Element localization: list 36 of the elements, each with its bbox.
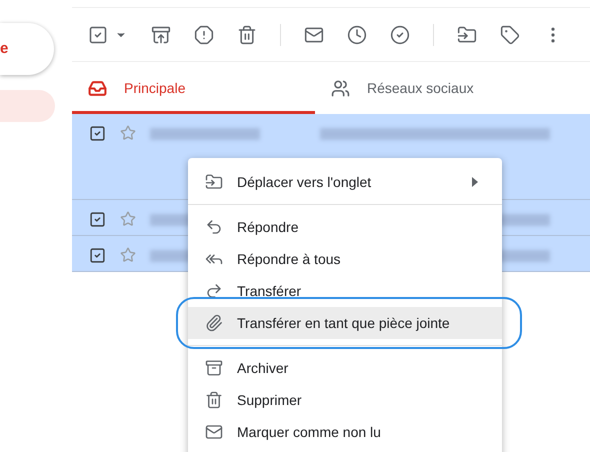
category-tab[interactable]: Réseaux sociaux <box>315 62 558 114</box>
checked-checkbox-icon[interactable] <box>89 125 106 142</box>
star-icon[interactable] <box>120 247 136 263</box>
archive-icon <box>205 359 223 377</box>
label-icon[interactable] <box>500 24 520 44</box>
forward-icon <box>205 282 223 300</box>
menu-item[interactable]: Répondre <box>188 211 502 243</box>
inbox-icon <box>88 78 107 98</box>
archive-icon[interactable] <box>151 24 171 44</box>
menu-item[interactable]: Supprimer <box>188 384 502 416</box>
move-to-folder-icon <box>205 173 223 191</box>
menu-item[interactable]: Archiver <box>188 352 502 384</box>
menu-item[interactable]: Marquer comme non lu <box>188 416 502 448</box>
checked-checkbox-icon[interactable] <box>89 247 106 264</box>
star-icon[interactable] <box>120 125 136 141</box>
envelope-icon <box>205 423 223 441</box>
delete-icon[interactable] <box>237 24 257 44</box>
compose-button[interactable]: e <box>0 23 54 75</box>
menu-item[interactable]: Transférer en tant que pièce jointe <box>188 307 502 339</box>
trash-icon <box>205 391 223 409</box>
star-icon[interactable] <box>120 211 136 227</box>
snooze-clock-icon[interactable] <box>347 24 367 44</box>
menu-item[interactable]: Répondre à tous <box>188 243 502 275</box>
submenu-arrow-icon <box>472 177 478 187</box>
add-task-icon[interactable] <box>390 24 410 44</box>
mail-icon[interactable] <box>304 24 324 44</box>
reply-icon <box>205 218 223 236</box>
sidebar-highlight <box>0 90 55 122</box>
move-to-folder-icon[interactable] <box>457 24 477 44</box>
paperclip-icon <box>205 314 223 332</box>
menu-item[interactable]: Déplacer vers l'onglet <box>188 166 502 198</box>
report-spam-icon[interactable] <box>194 24 214 44</box>
menu-item[interactable]: Transférer <box>188 275 502 307</box>
checked-checkbox-icon[interactable] <box>89 211 106 228</box>
select-all-checkbox-icon[interactable] <box>88 24 108 44</box>
people-icon <box>331 78 350 98</box>
